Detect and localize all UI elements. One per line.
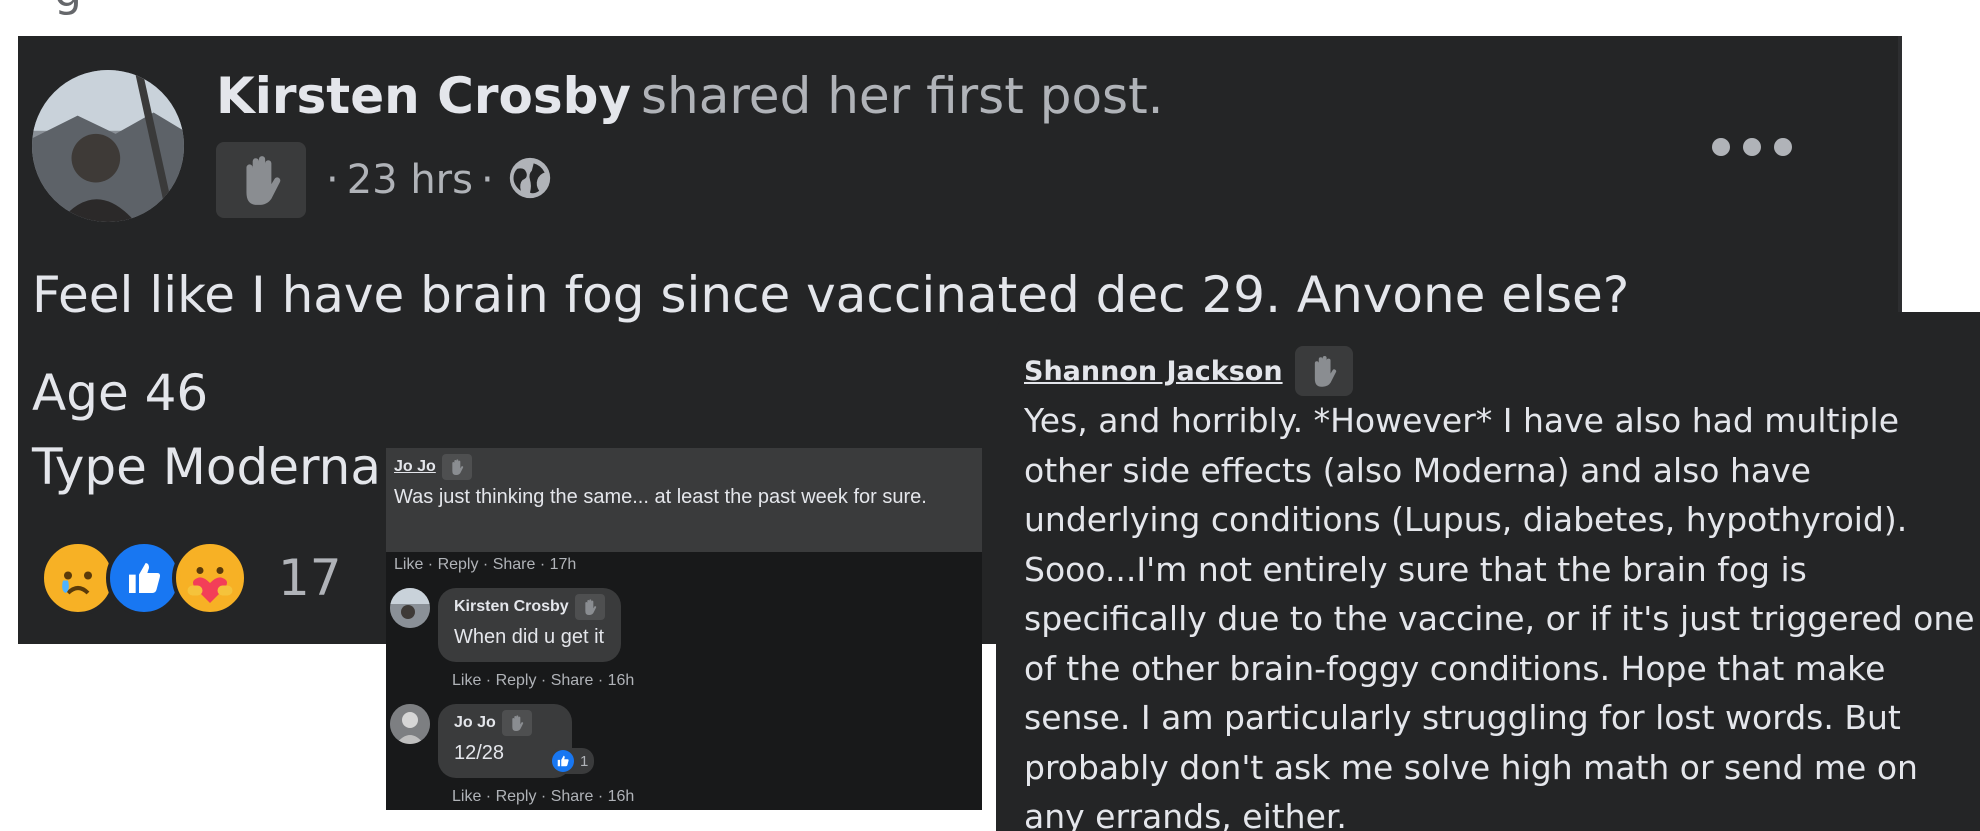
comment-actions[interactable]: Like · Reply · Share · 17h: [394, 556, 576, 574]
avatar-photo: [32, 70, 184, 222]
comment-actions[interactable]: Like · Reply · Share · 16h: [452, 672, 634, 690]
comment-text-line: underlying conditions (Lupus, diabetes, …: [1024, 500, 1908, 539]
comment-bubble: Jo Jo Was just thinking the same... at l…: [386, 448, 982, 552]
comment-text: When did u get it: [454, 626, 605, 648]
reply-like-count[interactable]: 1: [550, 748, 595, 774]
comment-author-name[interactable]: Jo Jo: [454, 714, 496, 732]
more-options-icon[interactable]: [1712, 132, 1792, 162]
author-name[interactable]: Kirsten Crosby: [216, 67, 631, 125]
avatar[interactable]: [390, 588, 430, 628]
comment-thread: Jo Jo Was just thinking the same... at l…: [386, 448, 982, 810]
comment-text-line: Yes, and horribly. *However* I have also…: [1024, 401, 1900, 440]
shannon-comment: Shannon Jackson Yes, and horribly. *Howe…: [996, 312, 1980, 831]
meta-separator: ·: [480, 157, 494, 203]
wave-badge-icon: [1294, 346, 1353, 396]
like-reaction-icon: [106, 540, 182, 616]
avatar[interactable]: [390, 704, 430, 744]
post-meta: · 23 hrs ·: [216, 142, 556, 218]
comment-text-line: probably don't ask me solve high math or…: [1024, 747, 1918, 787]
reply-comment: Jo Jo 12/28: [390, 704, 572, 778]
comment-author[interactable]: Kirsten Crosby: [454, 594, 605, 620]
globe-icon: [508, 156, 556, 204]
reactions-summary[interactable]: 17: [40, 540, 342, 616]
post-time[interactable]: 23 hrs: [347, 157, 473, 203]
comment-author[interactable]: Shannon Jackson: [1024, 346, 1353, 396]
comment-actions[interactable]: Like · Reply · Share · 16h: [452, 788, 634, 806]
comment-text: Yes, and horribly. *However* I have also…: [1024, 396, 1980, 831]
reaction-count[interactable]: 17: [278, 549, 342, 607]
meta-separator: ·: [326, 157, 339, 203]
post-action-text: shared her first post.: [640, 67, 1164, 125]
like-count: 1: [580, 752, 589, 770]
post-header: Kirsten Crosby shared her first post.: [216, 66, 1164, 126]
comment-text-line: sense. I am particularly struggling for …: [1024, 698, 1901, 737]
sad-reaction-icon: [40, 540, 116, 616]
cropped-heading-text: g: [54, 0, 82, 17]
comment-author[interactable]: Jo Jo: [394, 454, 472, 480]
wave-badge-icon: [441, 454, 472, 480]
comment-author[interactable]: Jo Jo: [454, 710, 532, 736]
wave-badge-icon: [501, 710, 532, 736]
like-reaction-icon: [552, 750, 574, 772]
card-edge: [1898, 36, 1902, 314]
top-strip: g: [0, 0, 1980, 36]
comment-text: 12/28: [454, 742, 505, 764]
comment-text-line: specifically due to the vaccine, or if i…: [1024, 599, 1975, 638]
comment-author-name[interactable]: Jo Jo: [394, 458, 436, 476]
reply-comment: Kirsten Crosby When did u get it: [390, 588, 621, 662]
comment-author-name[interactable]: Kirsten Crosby: [454, 598, 569, 616]
comment-text-line: other side effects (also Moderna) and al…: [1024, 450, 1811, 490]
avatar[interactable]: [32, 70, 184, 222]
reply-bubble: Kirsten Crosby When did u get it: [438, 588, 621, 662]
comment-author-name[interactable]: Shannon Jackson: [1024, 356, 1283, 387]
comment-text: Was just thinking the same... at least t…: [394, 486, 927, 508]
care-reaction-icon: [172, 540, 248, 616]
comment-text-line: Sooo...I'm not entirely sure that the br…: [1024, 549, 1807, 589]
comment-text-line: any errands, either.: [1024, 797, 1347, 831]
wave-badge-icon[interactable]: [216, 142, 306, 218]
wave-badge-icon: [574, 594, 605, 620]
comment-text-line: of the other brain-foggy conditions. Hop…: [1024, 648, 1886, 688]
